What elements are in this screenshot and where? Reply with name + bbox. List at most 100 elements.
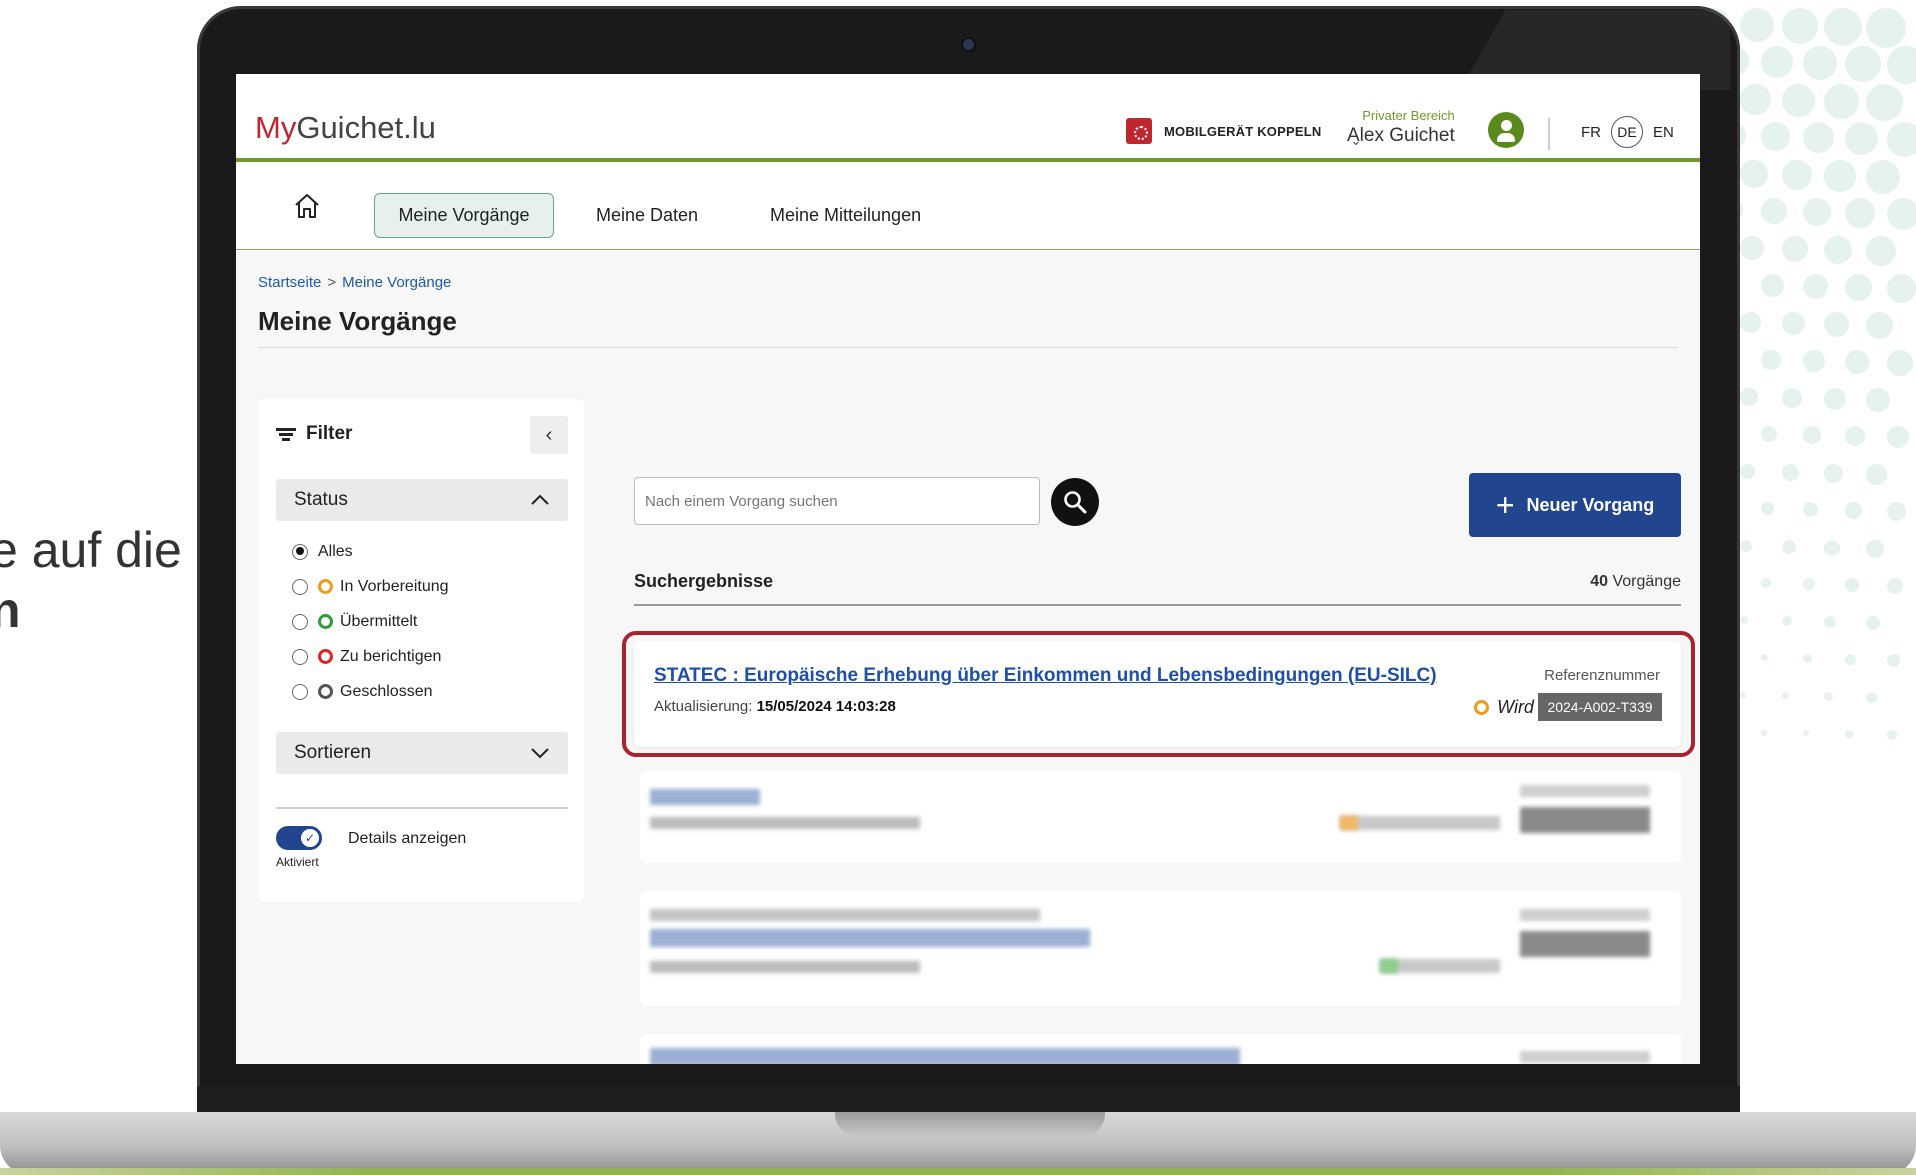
decorative-dot <box>1887 350 1913 376</box>
user-avatar-icon[interactable] <box>1488 112 1524 148</box>
decorative-dot <box>1782 312 1806 336</box>
main-content: Startseite > Meine Vorgänge Meine Vorgänge… <box>236 251 1700 1064</box>
radio-button[interactable] <box>292 683 308 700</box>
new-procedure-label: Neuer Vorgang <box>1526 494 1655 515</box>
lang-de-current[interactable]: DE <box>1611 116 1643 148</box>
decorative-dot <box>1887 578 1903 594</box>
decorative-dot <box>1803 122 1835 154</box>
breadcrumb-home[interactable]: Startseite <box>258 274 321 291</box>
tab-meine-mitteilungen[interactable]: Meine Mitteilungen <box>770 193 921 238</box>
decorative-dot <box>1866 692 1878 704</box>
decorative-dot <box>1782 692 1790 700</box>
radio-button[interactable] <box>292 543 308 560</box>
page-title: Meine Vorgänge <box>258 306 457 336</box>
status-option-label: Zu berichtigen <box>340 647 442 665</box>
decorative-dot <box>1866 388 1890 412</box>
decorative-dot <box>1866 312 1894 340</box>
decorative-dot <box>1824 84 1859 119</box>
radio-button[interactable] <box>292 648 308 665</box>
status-ring-icon <box>318 579 333 594</box>
filter-panel: Filter ‹ Status Alles In Vorbereitung Üb… <box>258 399 584 902</box>
result-card[interactable]: STATEC : Europäische Erhebung über Einko… <box>634 641 1681 747</box>
decorative-dot <box>1866 236 1897 267</box>
decorative-dot <box>1803 46 1838 81</box>
breadcrumb-separator: > <box>327 274 337 291</box>
decorative-dot <box>1782 236 1809 263</box>
user-area-label: Privater Bereich <box>1362 108 1455 123</box>
decorative-dot <box>1887 274 1916 303</box>
decorative-dot <box>1740 8 1774 42</box>
status-option-alles[interactable]: Alles <box>292 534 449 569</box>
tab-meine-vorgaenge[interactable]: Meine Vorgänge <box>374 193 554 238</box>
status-ring-icon <box>1474 700 1490 715</box>
lang-en[interactable]: EN <box>1653 124 1674 141</box>
laptop-screen: MyGuichet.lu MOBILGERÄT KOPPELN ⌄ Privat… <box>236 74 1700 1064</box>
radio-button[interactable] <box>292 613 308 630</box>
decorative-dot <box>1803 274 1828 299</box>
laptop-notch <box>835 1112 1105 1136</box>
status-option-zu-berichtigen[interactable]: Zu berichtigen <box>292 639 449 674</box>
home-icon[interactable] <box>291 190 323 222</box>
collapse-filter-button[interactable]: ‹ <box>530 416 568 454</box>
result-title-link[interactable]: STATEC : Europäische Erhebung über Einko… <box>654 665 1437 687</box>
result-updated-value: 15/05/2024 14:03:28 <box>756 698 896 715</box>
pair-mobile-button[interactable]: MOBILGERÄT KOPPELN <box>1126 118 1321 144</box>
status-accordion[interactable]: Status <box>276 479 568 521</box>
decorative-dot <box>1761 46 1794 79</box>
camera-icon <box>963 39 974 50</box>
decorative-dot <box>1761 654 1768 661</box>
blurred-result-card <box>640 891 1681 1006</box>
caption-line-1: e auf die <box>0 522 182 578</box>
decorative-dot <box>1845 350 1869 374</box>
decorative-dot <box>1782 8 1818 44</box>
status-option-uebermittelt[interactable]: Übermittelt <box>292 604 449 639</box>
details-toggle[interactable]: ✓ <box>276 826 322 850</box>
breadcrumb: Startseite > Meine Vorgänge <box>258 274 451 291</box>
sort-accordion[interactable]: Sortieren <box>276 732 568 774</box>
results-divider <box>634 604 1681 606</box>
blurred-result-card <box>640 771 1681 863</box>
breadcrumb-current[interactable]: Meine Vorgänge <box>342 274 451 291</box>
status-option-in-vorbereitung[interactable]: In Vorbereitung <box>292 569 449 604</box>
decorative-dot <box>1887 46 1916 85</box>
decorative-dot <box>1761 122 1791 152</box>
details-toggle-state: Aktiviert <box>276 855 319 869</box>
decorative-dot <box>1761 198 1787 224</box>
language-switcher: FR DE EN <box>1581 116 1674 148</box>
floor-line <box>0 1168 1916 1175</box>
status-accordion-label: Status <box>294 489 348 510</box>
search-input[interactable] <box>634 477 1040 525</box>
search-button[interactable] <box>1051 478 1099 526</box>
chevron-left-icon: ‹ <box>545 423 553 446</box>
decorative-dot <box>1845 502 1863 520</box>
decorative-dot <box>1761 274 1784 297</box>
decorative-dot <box>1740 692 1746 698</box>
decorative-dot <box>1740 84 1771 115</box>
decorative-dot <box>1866 464 1887 485</box>
decorative-dot <box>1845 274 1872 301</box>
user-menu[interactable]: Privater Bereich Alex Guichet <box>1347 108 1455 147</box>
results-count-number: 40 <box>1590 573 1609 590</box>
logo-rest: Guichet.lu <box>296 110 436 145</box>
decorative-dot <box>1740 312 1762 334</box>
radio-button[interactable] <box>292 578 308 595</box>
tab-meine-daten[interactable]: Meine Daten <box>596 193 698 238</box>
status-option-label: Übermittelt <box>340 612 418 630</box>
logo-my: My <box>255 110 297 145</box>
status-option-geschlossen[interactable]: Geschlossen <box>292 674 449 709</box>
title-divider <box>258 347 1678 348</box>
new-procedure-button[interactable]: + Neuer Vorgang <box>1469 473 1681 537</box>
plus-icon: + <box>1495 487 1515 523</box>
decorative-dot <box>1887 654 1900 667</box>
decorative-dot <box>1740 236 1765 261</box>
decorative-dot <box>1782 540 1796 554</box>
status-ring-icon <box>318 649 333 664</box>
decorative-dot <box>1740 464 1755 479</box>
lang-fr[interactable]: FR <box>1581 124 1601 141</box>
decorative-dot <box>1824 236 1853 265</box>
decorative-dot <box>1824 464 1843 483</box>
myguichet-logo[interactable]: MyGuichet.lu <box>255 110 436 146</box>
decorative-dot <box>1803 198 1831 226</box>
decorative-dot <box>1803 502 1819 518</box>
decorative-dot <box>1782 84 1815 117</box>
